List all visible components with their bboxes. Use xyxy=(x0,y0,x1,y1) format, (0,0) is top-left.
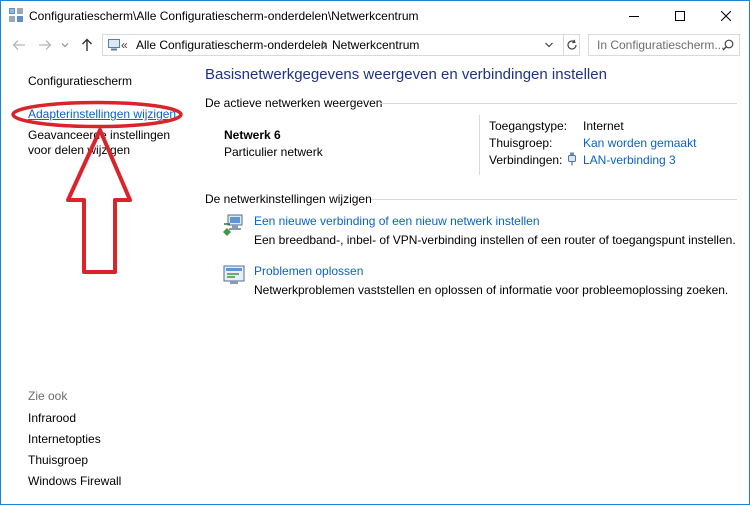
window: Configuratiescherm\Alle Configuratiesche… xyxy=(0,0,750,505)
homegroup-label: Thuisgroep: xyxy=(489,136,553,150)
close-icon xyxy=(721,11,731,21)
breadcrumb-all-items[interactable]: Alle Configuratiescherm-onderdelen xyxy=(136,38,327,52)
up-arrow-icon xyxy=(82,38,92,51)
divider xyxy=(479,115,480,175)
up-button[interactable] xyxy=(78,36,96,54)
address-bar[interactable]: « Alle Configuratiescherm-onderdelen Net… xyxy=(102,34,580,56)
page-title: Basisnetwerkgegevens weergeven en verbin… xyxy=(205,66,607,83)
recent-dropdown-icon xyxy=(61,43,69,48)
back-button[interactable] xyxy=(10,36,28,54)
dropdown-icon[interactable] xyxy=(544,39,554,54)
forward-button[interactable] xyxy=(36,36,54,54)
back-arrow-icon xyxy=(12,40,25,50)
refresh-icon xyxy=(567,39,577,50)
computer-icon xyxy=(108,39,120,54)
new-connection-icon xyxy=(222,213,246,240)
sidebar-item-control-panel[interactable]: Configuratiescherm xyxy=(28,74,132,89)
see-also-homegroup[interactable]: Thuisgroep xyxy=(28,453,88,468)
change-settings-heading: De netwerkinstellingen wijzigen xyxy=(205,192,372,206)
title-bar: Configuratiescherm\Alle Configuratiesche… xyxy=(1,1,749,31)
active-networks-heading: De actieve netwerken weergeven xyxy=(205,96,383,110)
forward-arrow-icon xyxy=(39,40,52,50)
minimize-button[interactable] xyxy=(611,1,657,31)
divider xyxy=(371,199,737,200)
window-title: Configuratiescherm\Alle Configuratiesche… xyxy=(29,9,419,23)
search-input[interactable] xyxy=(589,35,727,55)
network-name: Netwerk 6 xyxy=(224,128,281,142)
network-type: Particulier netwerk xyxy=(224,145,323,159)
app-icon xyxy=(8,7,24,23)
maximize-button[interactable] xyxy=(657,1,703,31)
breadcrumb-network-center[interactable]: Netwerkcentrum xyxy=(332,38,419,52)
homegroup-link[interactable]: Kan worden gemaakt xyxy=(583,136,696,150)
sidebar-item-advanced-sharing[interactable]: Geavanceerde instellingen voor delen wij… xyxy=(28,128,188,158)
main-content: Basisnetwerkgegevens weergeven en verbin… xyxy=(191,59,747,504)
see-also-windows-firewall[interactable]: Windows Firewall xyxy=(28,474,121,489)
new-connection-link[interactable]: Een nieuwe verbinding of een nieuw netwe… xyxy=(254,214,540,228)
connections-label: Verbindingen: xyxy=(489,153,563,167)
troubleshoot-icon xyxy=(222,263,246,290)
see-also-heading: Zie ook xyxy=(28,389,68,403)
chevron-right-icon[interactable] xyxy=(321,39,327,53)
close-button[interactable] xyxy=(703,1,749,31)
see-also-internet-options[interactable]: Internetopties xyxy=(28,432,101,447)
access-type-label: Toegangstype: xyxy=(489,119,568,133)
search-icon[interactable] xyxy=(722,39,734,54)
breadcrumb-overflow[interactable]: « xyxy=(121,38,128,52)
see-also-infrared[interactable]: Infrarood xyxy=(28,411,76,426)
troubleshoot-description: Netwerkproblemen vaststellen en oplossen… xyxy=(254,283,729,297)
search-box[interactable] xyxy=(588,34,740,56)
lan-connection-link[interactable]: LAN-verbinding 3 xyxy=(583,153,676,167)
access-type-value: Internet xyxy=(583,119,624,133)
sidebar-item-adapter-settings[interactable]: Adapterinstellingen wijzigen xyxy=(28,107,176,122)
recent-locations-button[interactable] xyxy=(59,36,71,54)
ethernet-icon xyxy=(567,152,577,169)
new-connection-description: Een breedband-, inbel- of VPN-verbinding… xyxy=(254,233,736,247)
maximize-icon xyxy=(675,11,685,21)
minimize-icon xyxy=(629,16,639,17)
sidebar: Configuratiescherm Adapterinstellingen w… xyxy=(1,59,191,504)
troubleshoot-link[interactable]: Problemen oplossen xyxy=(254,264,363,278)
navigation-bar: « Alle Configuratiescherm-onderdelen Net… xyxy=(1,32,749,58)
divider xyxy=(379,103,737,104)
refresh-button[interactable] xyxy=(563,35,580,55)
